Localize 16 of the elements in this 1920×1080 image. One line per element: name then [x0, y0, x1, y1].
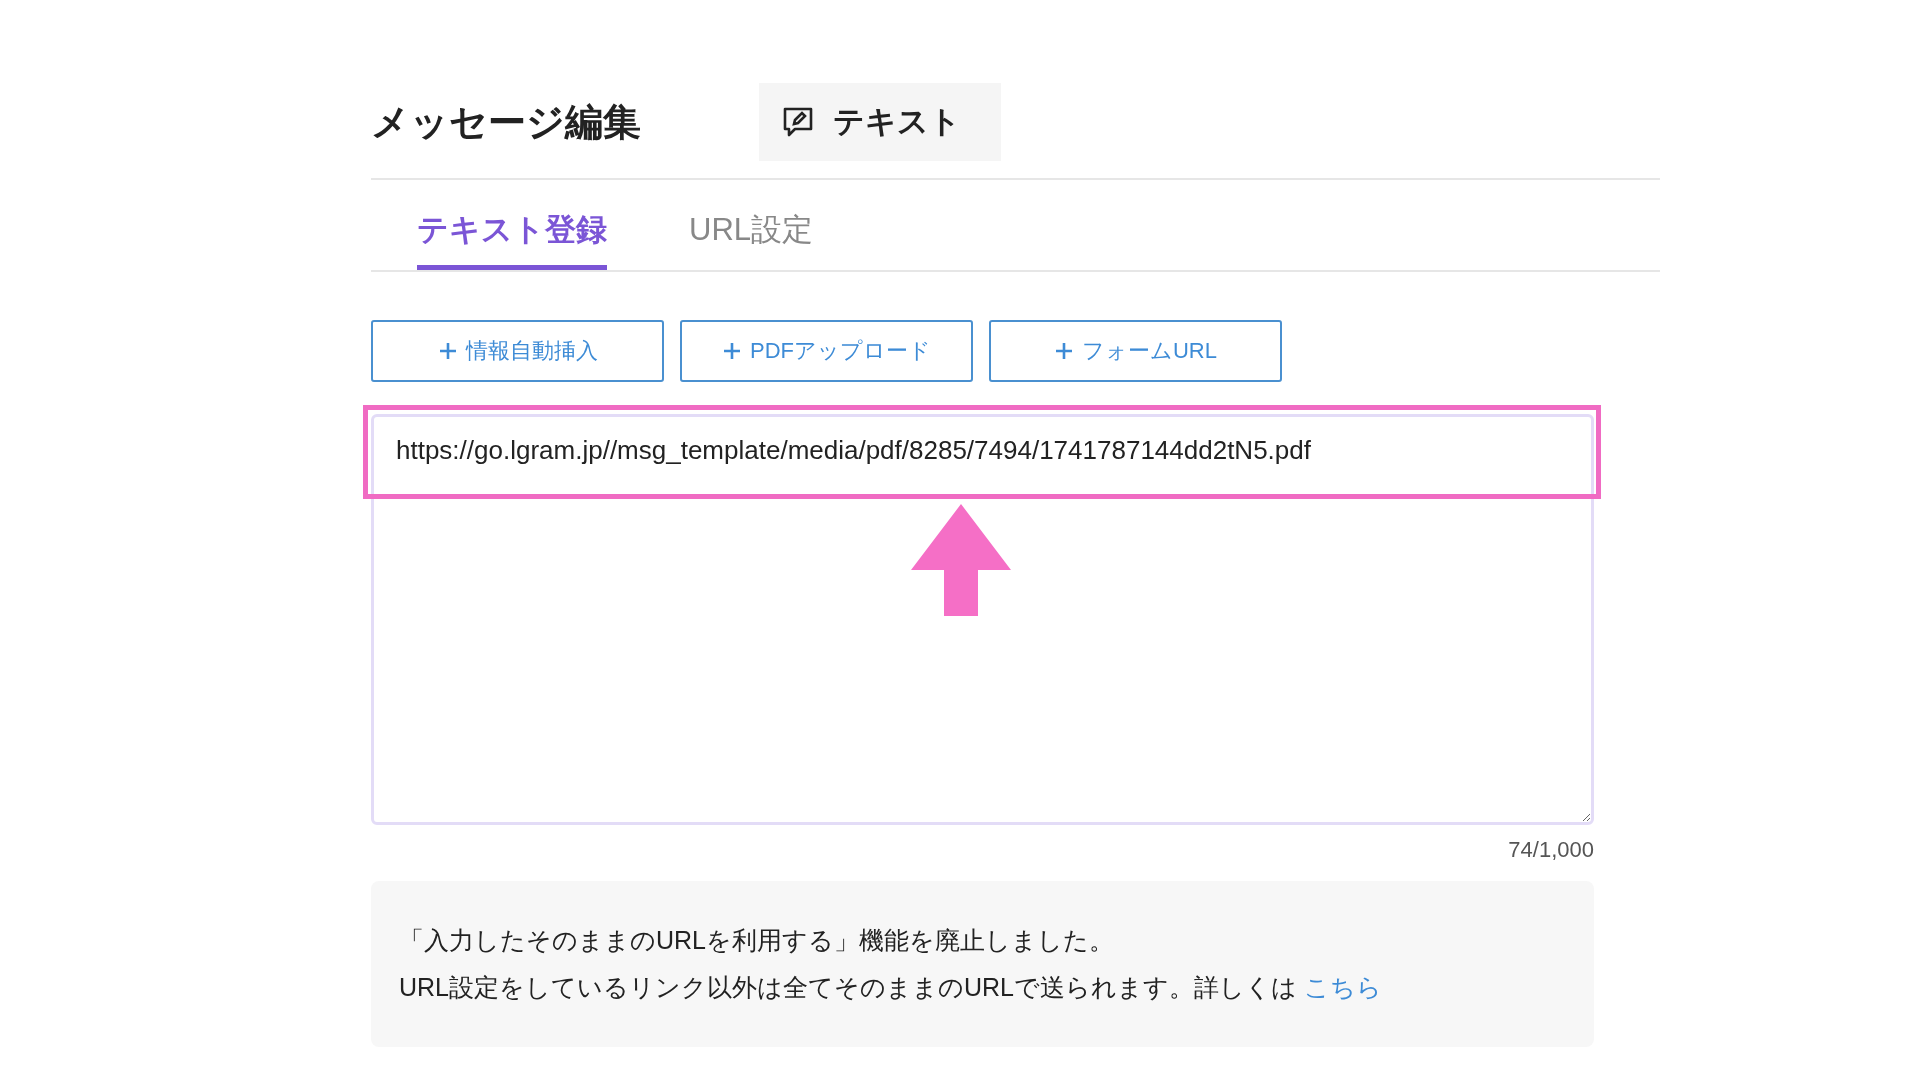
- insert-button[interactable]: フォームURL: [989, 320, 1282, 382]
- plus-icon: [722, 341, 742, 361]
- notice-text: 「入力したそのままのURLを利用する」機能を廃止しました。: [399, 925, 1115, 956]
- tab[interactable]: URL設定: [689, 209, 813, 270]
- message-type-badge: テキスト: [759, 83, 1001, 161]
- plus-icon: [1054, 341, 1074, 361]
- tab[interactable]: テキスト登録: [417, 209, 607, 270]
- character-counter: 74/1,000: [1507, 837, 1594, 863]
- page-title: メッセージ編集: [371, 99, 641, 145]
- speech-bubble-pencil-icon: [781, 105, 815, 139]
- insert-button[interactable]: 情報自動挿入: [371, 320, 664, 382]
- message-text-area[interactable]: https://go.lgram.jp//msg_template/media/pdf/8285/7494/1741787144dd2tN5.pdf: [371, 414, 1594, 825]
- insert-button[interactable]: PDFアップロード: [680, 320, 973, 382]
- notice-text: URL設定をしているリンク以外は全てそのままのURLで送られます。詳しくは こちら: [399, 972, 1383, 1003]
- details-link[interactable]: こちら: [1304, 973, 1382, 1001]
- plus-icon: [437, 341, 458, 361]
